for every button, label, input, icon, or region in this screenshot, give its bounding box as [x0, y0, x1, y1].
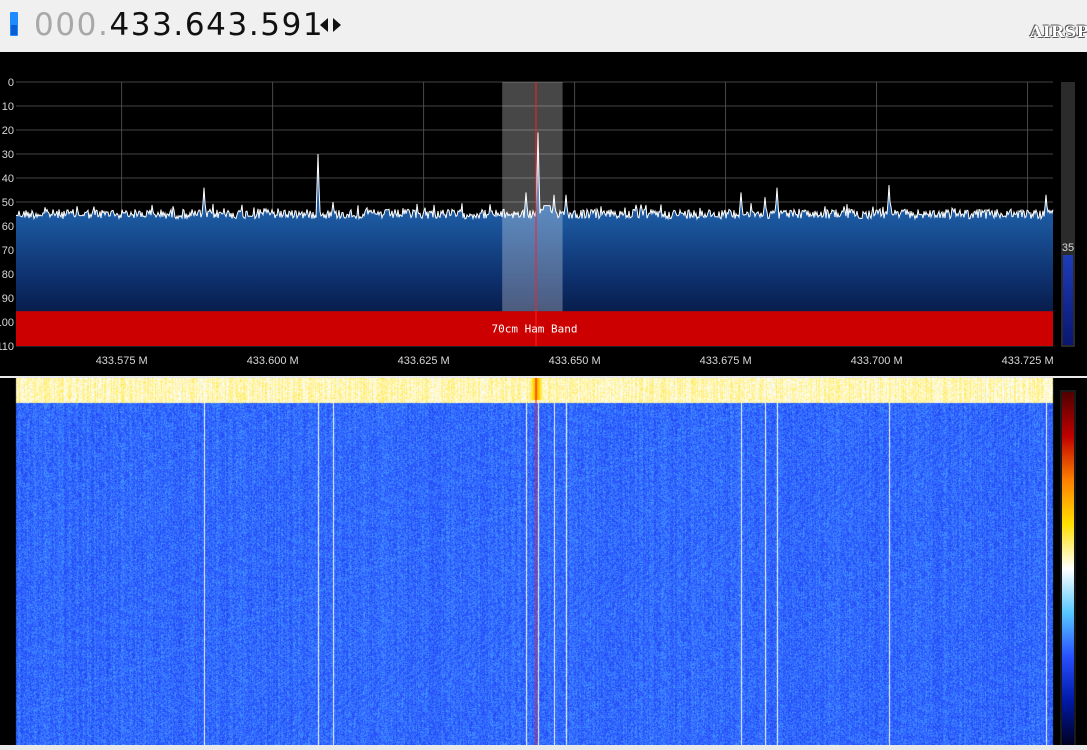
x-tick-label: 433.600 M [247, 355, 299, 367]
x-tick-label: 433.625 M [398, 355, 450, 367]
x-tick-label: 433.650 M [549, 355, 601, 367]
y-tick-label: 100 [0, 317, 14, 329]
x-tick-label: 433.725 M [1002, 355, 1054, 367]
airspy-logo: AIRSPY [1030, 22, 1087, 41]
y-tick-label: 50 [2, 197, 14, 209]
frequency-display[interactable]: 000.433.643.591 [34, 5, 324, 45]
frequency-bar: 000.433.643.591 AIRSPY [0, 0, 1087, 52]
gain-slider-fill[interactable] [1063, 255, 1073, 345]
spectrum-plot[interactable]: 70cm Ham Band 0102030405060708090100110 … [0, 52, 1087, 376]
x-tick-label: 433.675 M [700, 355, 752, 367]
y-tick-label: 70 [2, 245, 14, 257]
y-tick-label: 40 [2, 173, 14, 185]
y-tick-label: 80 [2, 269, 14, 281]
y-tick-label: 20 [2, 125, 14, 137]
frequency-step-arrows-icon[interactable] [318, 17, 344, 33]
y-tick-label: 110 [0, 341, 14, 353]
y-tick-label: 30 [2, 149, 14, 161]
y-tick-label: 0 [8, 77, 14, 89]
band-plan-label: 70cm Ham Band [491, 323, 577, 336]
y-tick-label: 60 [2, 221, 14, 233]
waterfall-overlay [535, 378, 1076, 745]
y-axis-ticks: 0 10 20 30 40 50 60 70 80 90 100 110 [0, 77, 14, 353]
x-tick-label: 433.700 M [851, 355, 903, 367]
x-axis-ticks: 433.575 M 433.600 M 433.625 M 433.650 M 433.… [96, 355, 1054, 367]
gain-value: 35 [1062, 242, 1074, 254]
vfo-marker-icon [10, 12, 18, 36]
x-tick-label: 433.575 M [96, 355, 148, 367]
y-tick-label: 10 [2, 101, 14, 113]
spectrum-panel[interactable]: 70cm Ham Band 0102030405060708090100110 … [0, 52, 1087, 376]
waterfall-colorbar[interactable] [1062, 392, 1074, 745]
y-tick-label: 90 [2, 293, 14, 305]
waterfall-panel[interactable] [0, 378, 1087, 745]
frequency-value: 433.643.591 [109, 7, 325, 43]
frequency-leading-zeros: 000. [34, 7, 110, 43]
